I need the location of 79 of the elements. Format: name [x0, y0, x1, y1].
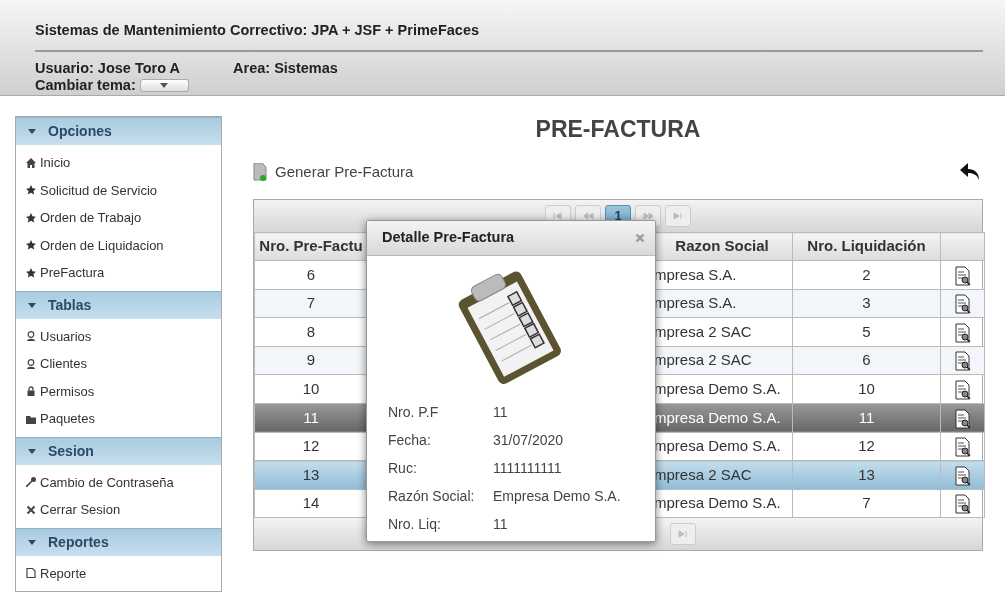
table-cell: 11	[792, 403, 941, 433]
menu-item[interactable]: Solicitud de Servicio	[16, 176, 221, 204]
field-value: 11	[493, 402, 508, 422]
menu-item[interactable]: Paquetes	[16, 405, 221, 433]
area-label: Area: Sistemas	[233, 59, 338, 77]
theme-dropdown[interactable]	[139, 78, 189, 92]
view-details-icon[interactable]	[954, 494, 971, 515]
caret-down-icon	[28, 302, 36, 308]
field-label: Fecha:	[388, 430, 432, 450]
user-icon	[26, 331, 36, 342]
field-value: 11	[493, 514, 508, 534]
field-value: 1111111111	[493, 458, 562, 478]
last-page-icon	[677, 530, 689, 539]
page-icon	[26, 568, 36, 579]
back-icon[interactable]	[959, 161, 981, 182]
generate-button[interactable]: Generar Pre-Factura	[253, 160, 414, 183]
view-details-icon[interactable]	[954, 351, 971, 372]
table-cell: 13	[792, 460, 941, 490]
document-icon	[253, 162, 267, 181]
field-label: Ruc:	[388, 458, 418, 478]
menu-item[interactable]: Cerrar Sesion	[16, 496, 221, 524]
field-value: 31/07/2020	[493, 430, 564, 450]
panel-header[interactable]: Tablas	[16, 290, 221, 319]
menu-item[interactable]: Inicio	[16, 149, 221, 177]
view-details-icon[interactable]	[954, 379, 971, 400]
page-title: PRE-FACTURA	[534, 115, 702, 144]
star-icon	[26, 240, 36, 251]
user-icon	[26, 358, 36, 369]
table-cell: 3	[792, 289, 941, 318]
menu-item[interactable]: Orden de Trabajo	[16, 204, 221, 232]
view-details-icon[interactable]	[954, 408, 971, 429]
view-details-icon[interactable]	[954, 437, 971, 458]
caret-down-icon	[28, 448, 36, 454]
column-header[interactable]: Nro. Liquidación	[792, 232, 941, 261]
menu-item[interactable]: PreFactura	[16, 259, 221, 287]
menu-item[interactable]: Cambio de Contraseña	[16, 468, 221, 496]
close-icon	[26, 504, 36, 515]
menu-item[interactable]: Usuarios	[16, 322, 221, 350]
view-details-icon[interactable]	[954, 294, 971, 315]
view-details-icon[interactable]	[954, 322, 971, 343]
field-value: Empresa Demo S.A.	[493, 486, 621, 506]
table-cell: 7	[792, 489, 941, 518]
key-icon	[26, 477, 36, 488]
panel-header[interactable]: Opciones	[16, 117, 221, 145]
table-cell: 5	[792, 317, 941, 347]
user-label: Usuario: Jose Toro A	[35, 59, 181, 77]
star-icon	[26, 267, 36, 278]
star-icon	[26, 212, 36, 223]
menu-item[interactable]: Permisos	[16, 377, 221, 405]
menu-item[interactable]: Orden de Liquidacion	[16, 231, 221, 259]
folder-icon	[26, 413, 36, 424]
caret-down-icon	[28, 129, 36, 134]
table-cell: 7	[254, 289, 368, 318]
table-cell: 9	[254, 346, 368, 375]
theme-label: Cambiar tema:	[35, 76, 136, 94]
view-details-icon[interactable]	[954, 265, 971, 286]
column-header[interactable]: Nro. Pre-Factu	[254, 232, 368, 261]
panel-header[interactable]: Reportes	[16, 527, 221, 556]
panel-header[interactable]: Sesion	[16, 436, 221, 465]
star-icon	[26, 185, 36, 196]
field-label: Razón Social:	[388, 486, 476, 506]
app-title: Sistemas de Mantenimiento Correctivo: JPA + JSF + PrimeFaces	[35, 20, 983, 52]
home-icon	[26, 157, 36, 168]
table-cell: 11	[254, 403, 368, 433]
lock-icon	[26, 386, 36, 397]
table-cell: 6	[792, 346, 941, 375]
table-cell: 13	[254, 460, 368, 490]
field-label: Nro. P.F	[388, 402, 440, 422]
caret-icon	[160, 82, 169, 88]
field-label: Nro. Liq:	[388, 514, 442, 534]
table-cell: 10	[792, 374, 941, 404]
last-page-icon	[672, 212, 684, 220]
dialog-title: Detalle Pre-Factura	[382, 228, 515, 248]
table-cell: 12	[792, 432, 941, 461]
menu-item[interactable]: Reporte	[16, 559, 221, 587]
table-cell: 2	[792, 260, 941, 290]
menu-item[interactable]: Clientes	[16, 350, 221, 378]
view-details-icon[interactable]	[954, 465, 971, 486]
caret-down-icon	[28, 539, 36, 545]
